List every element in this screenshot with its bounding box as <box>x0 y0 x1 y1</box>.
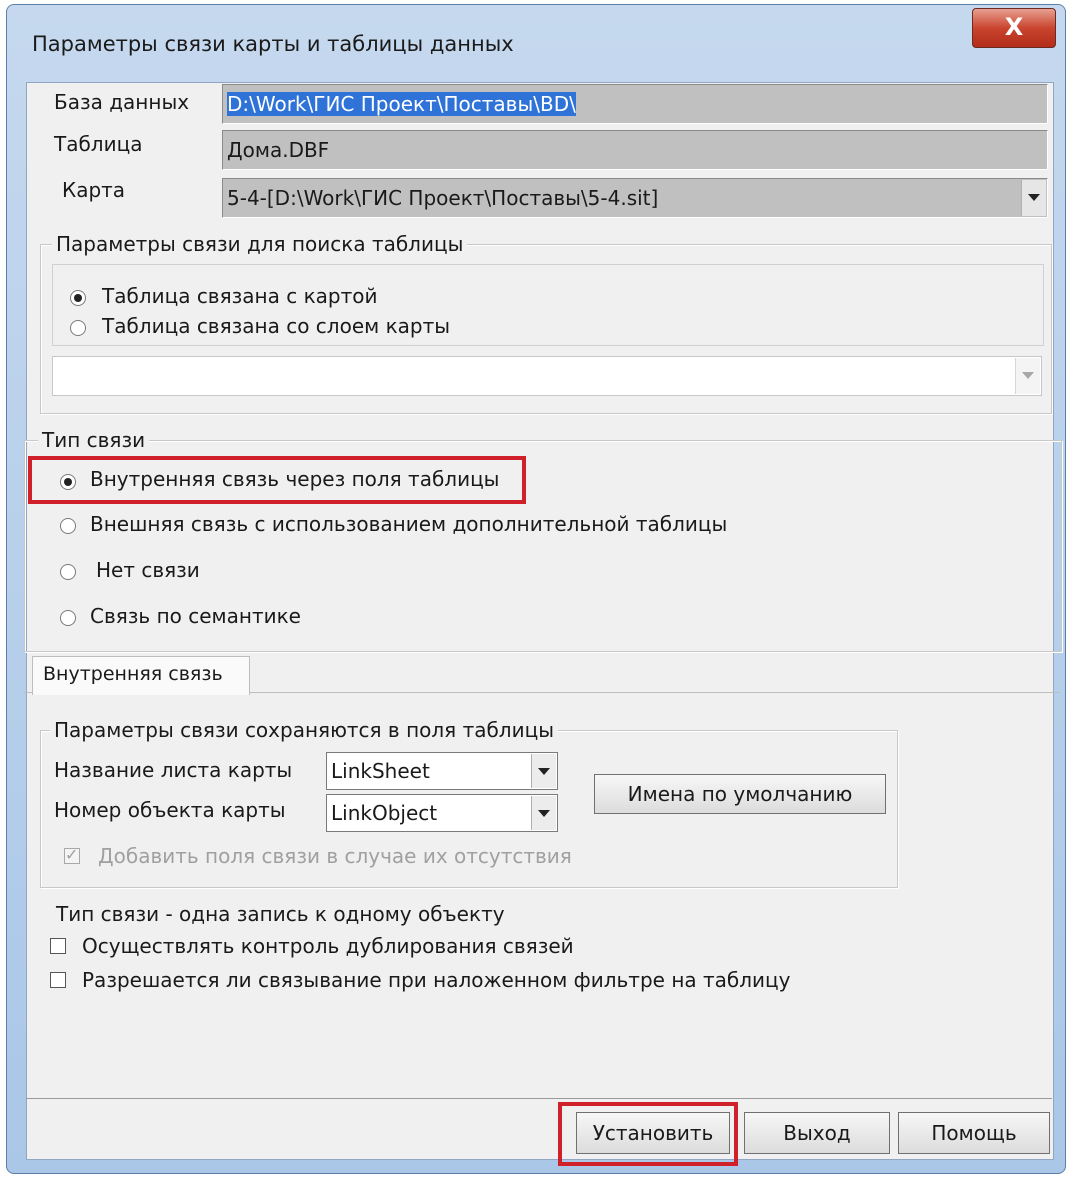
title-bar[interactable]: Параметры связи карты и таблицы данных X <box>6 4 1064 82</box>
sheet-name-label: Название листа карты <box>54 758 293 782</box>
filtered-link-label: Разрешается ли связывание при наложенном… <box>82 968 791 992</box>
object-number-dropdown-arrow-icon[interactable] <box>531 796 556 830</box>
layer-dropdown-arrow-icon[interactable] <box>1015 358 1040 394</box>
close-button[interactable]: X <box>972 8 1056 48</box>
sheet-name-combo[interactable]: LinkSheet <box>326 752 558 790</box>
exit-button[interactable]: Выход <box>744 1112 890 1154</box>
relation-note: Тип связи - одна запись к одному объекту <box>56 902 505 926</box>
radio-label-semantic-link: Связь по семантике <box>90 604 301 628</box>
database-field[interactable]: D:\Work\ГИС Проект\Поставы\BD\ <box>222 84 1048 124</box>
search-params-title: Параметры связи для поиска таблицы <box>52 232 468 256</box>
duplicate-control-label: Осуществлять контроль дублирования связе… <box>82 934 574 958</box>
object-number-label: Номер объекта карты <box>54 798 286 822</box>
map-dropdown-arrow-icon[interactable] <box>1021 180 1046 216</box>
object-number-combo[interactable]: LinkObject <box>326 794 558 832</box>
tab-internal-link-label: Внутренняя связь <box>43 663 223 685</box>
add-fields-checkbox-label: Добавить поля связи в случае их отсутств… <box>98 844 572 868</box>
database-label: База данных <box>54 90 190 114</box>
map-combo[interactable]: 5-4-[D:\Work\ГИС Проект\Поставы\5-4.sit] <box>222 178 1048 218</box>
map-value: 5-4-[D:\Work\ГИС Проект\Поставы\5-4.sit] <box>227 186 659 210</box>
help-button[interactable]: Помощь <box>898 1112 1050 1154</box>
radio-label-external-link: Внешняя связь с использованием дополните… <box>90 512 728 536</box>
layer-combo[interactable] <box>52 356 1042 396</box>
database-value: D:\Work\ГИС Проект\Поставы\BD\ <box>227 92 576 116</box>
set-button-highlight-box <box>558 1102 738 1166</box>
radio-label-no-link: Нет связи <box>96 558 200 582</box>
map-label: Карта <box>62 178 126 202</box>
radio-label-table-linked-map: Таблица связана с картой <box>102 284 378 308</box>
radio-no-link[interactable] <box>60 564 76 580</box>
add-fields-checkbox[interactable] <box>64 845 80 864</box>
sheet-name-value: LinkSheet <box>331 759 430 783</box>
internal-link-highlight-box <box>28 456 526 504</box>
tab-internal-link[interactable]: Внутренняя связь <box>32 656 250 695</box>
table-field[interactable]: Дома.DBF <box>222 130 1048 170</box>
object-number-value: LinkObject <box>331 801 438 825</box>
duplicate-control-checkbox[interactable] <box>50 938 66 954</box>
radio-semantic-link[interactable] <box>60 610 76 626</box>
radio-table-linked-layer[interactable] <box>70 320 86 336</box>
radio-external-link[interactable] <box>60 518 76 534</box>
window-title: Параметры связи карты и таблицы данных <box>32 32 514 56</box>
radio-label-table-linked-layer: Таблица связана со слоем карты <box>102 314 451 338</box>
default-names-button[interactable]: Имена по умолчанию <box>594 774 886 814</box>
sheet-name-dropdown-arrow-icon[interactable] <box>531 754 556 788</box>
button-bar-divider <box>26 1098 1052 1099</box>
table-label: Таблица <box>54 132 143 156</box>
fields-group-title: Параметры связи сохраняются в поля табли… <box>50 718 558 742</box>
link-type-title: Тип связи <box>38 428 150 452</box>
filtered-link-checkbox[interactable] <box>50 972 66 988</box>
radio-table-linked-map[interactable] <box>70 290 86 306</box>
